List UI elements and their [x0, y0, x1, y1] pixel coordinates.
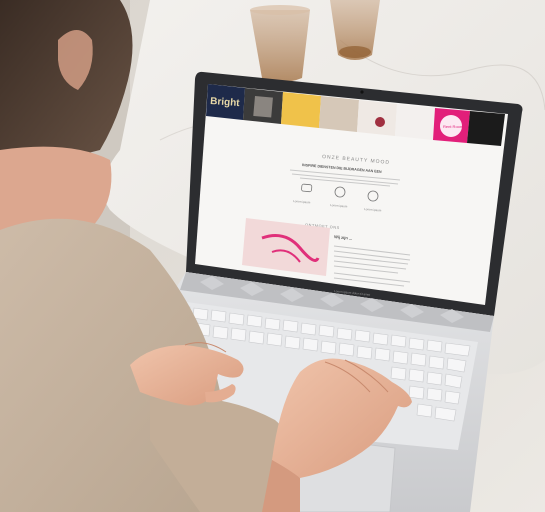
banner-thumb-6 — [395, 104, 435, 140]
glass-2-liquid — [339, 46, 371, 58]
pink-logo-text: Rent Room — [443, 124, 464, 129]
glass-1-rim — [250, 5, 310, 15]
banner-thumb-2-detail — [253, 95, 273, 118]
banner-thumb-5-object — [375, 117, 385, 127]
webcam-icon — [360, 90, 364, 94]
banner-word: Bright — [210, 96, 241, 109]
banner-thumb-8 — [467, 111, 505, 146]
photo-scene: Bright Rent Room ONZE BEAUTY MOOD INSPIR… — [0, 0, 545, 512]
scene-illustration: Bright Rent Room ONZE BEAUTY MOOD INSPIR… — [0, 0, 545, 512]
banner-thumb-3 — [281, 92, 321, 128]
banner-thumb-4 — [319, 96, 359, 132]
